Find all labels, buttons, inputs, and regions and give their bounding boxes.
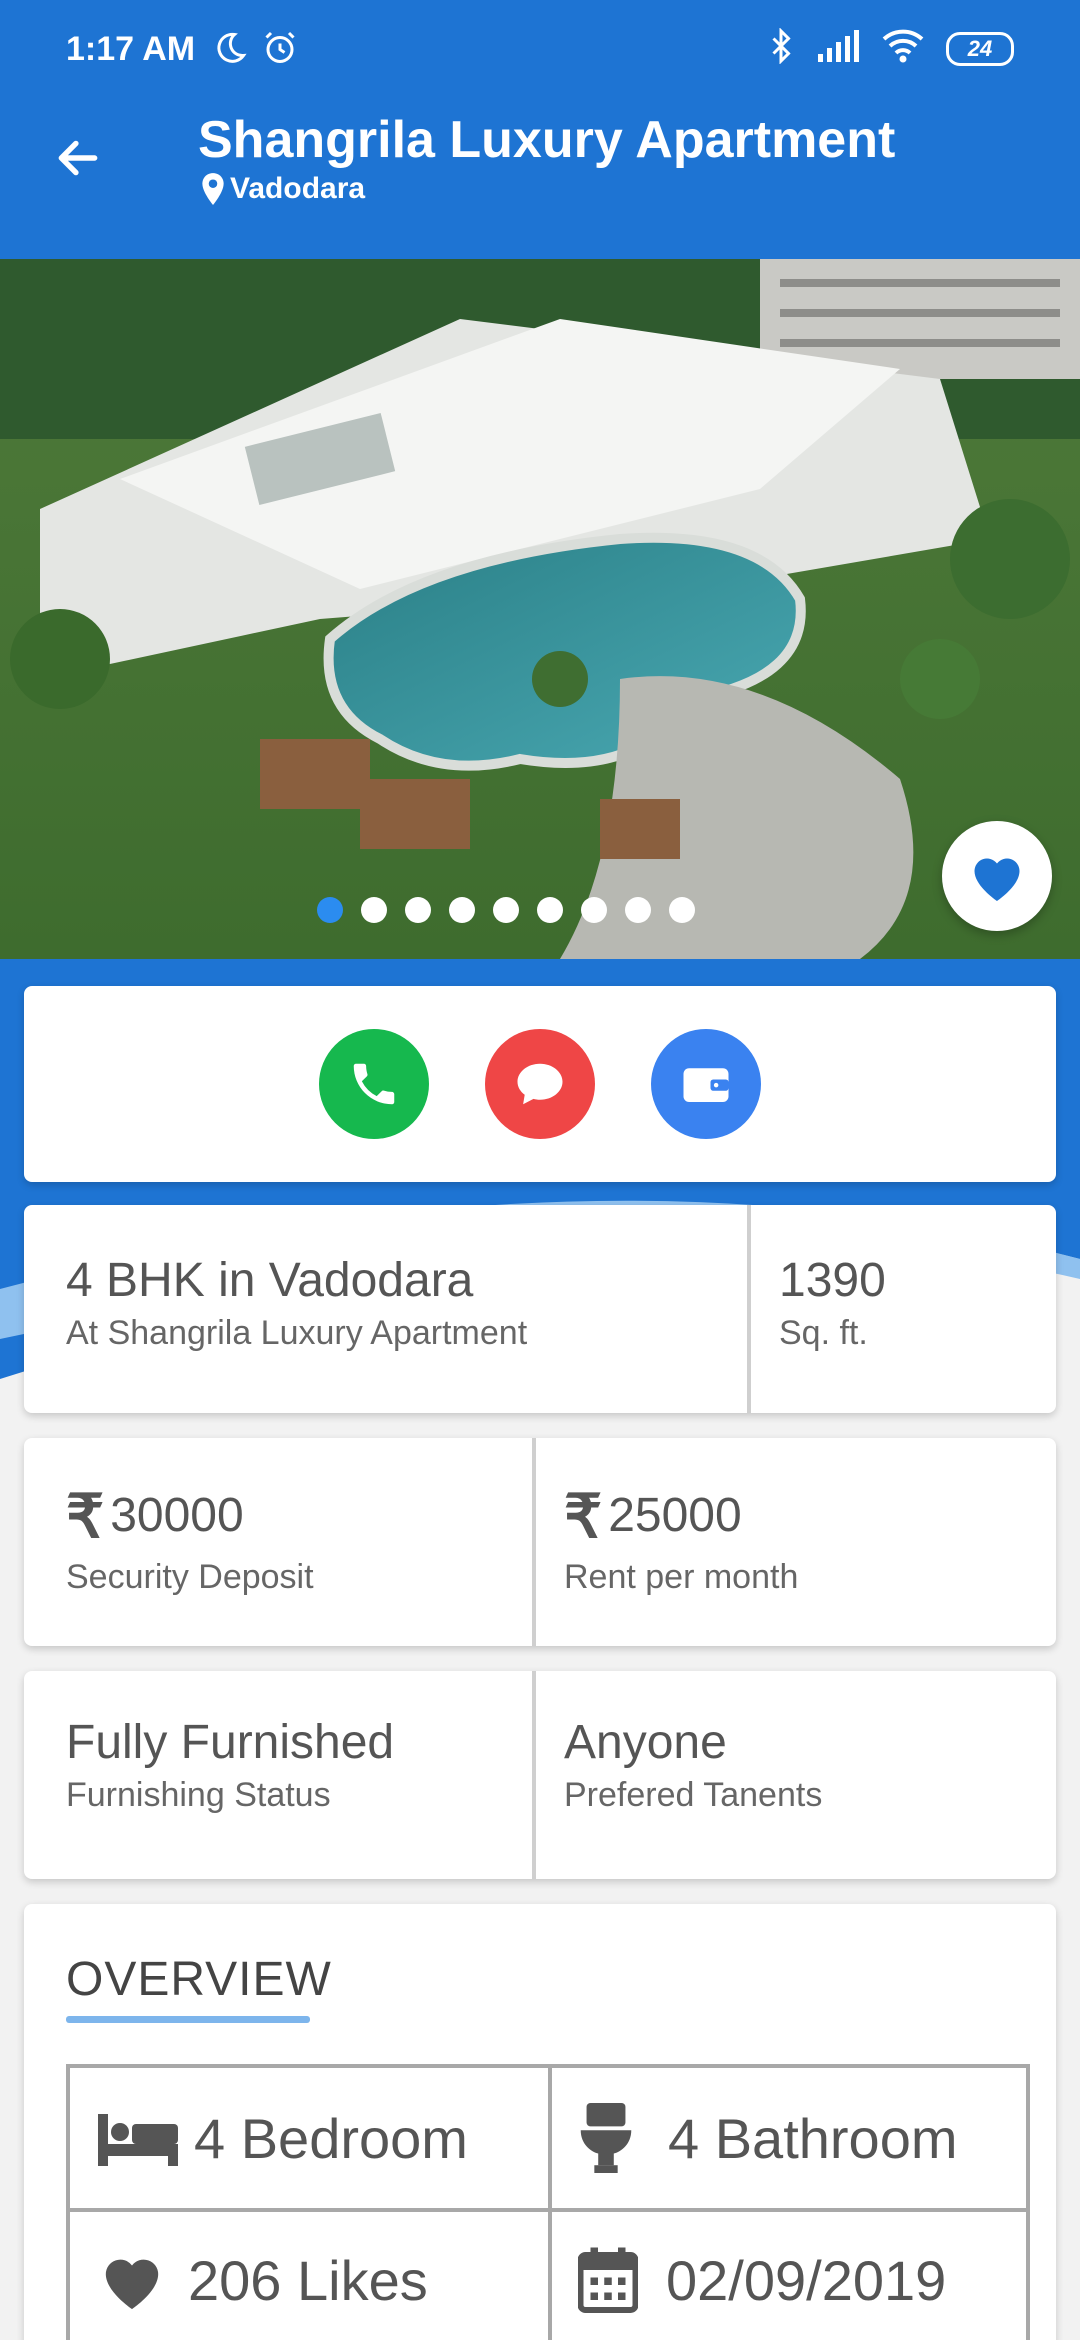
contact-actions-card <box>24 986 1056 1182</box>
bed-icon <box>98 2114 178 2166</box>
rent-label: Rent per month <box>564 1558 799 1596</box>
favorite-button[interactable] <box>942 821 1052 931</box>
location-text: Vadodara <box>230 172 366 205</box>
date-cell: 02/09/2019 <box>548 2212 1026 2340</box>
overview-title: OVERVIEW <box>66 1953 332 2006</box>
overview-row: 206 Likes 02/09/2019 <box>70 2208 1026 2340</box>
alarm-icon <box>262 30 298 71</box>
tenants-cell: Anyone Prefered Tanents <box>536 1671 1056 1879</box>
pricing-card: ₹30000 Security Deposit ₹25000 Rent per … <box>24 1438 1056 1646</box>
property-building: At Shangrila Luxury Apartment <box>66 1314 528 1352</box>
status-left-icons <box>212 30 298 71</box>
wallet-button[interactable] <box>651 1029 761 1139</box>
arrow-left-icon <box>58 140 98 176</box>
property-type: 4 BHK in Vadodara <box>66 1254 474 1307</box>
property-type-cell: 4 BHK in Vadodara At Shangrila Luxury Ap… <box>24 1205 747 1413</box>
wifi-icon <box>882 29 924 68</box>
bedroom-text: 4 Bedroom <box>194 2106 468 2170</box>
carousel-dot[interactable] <box>449 897 475 923</box>
moon-icon <box>212 30 248 71</box>
overview-row: 4 Bedroom 4 Bathroom <box>70 2068 1026 2208</box>
area-value: 1390 <box>779 1254 886 1307</box>
property-photo-carousel[interactable] <box>0 259 1080 959</box>
carousel-dot[interactable] <box>581 897 607 923</box>
carousel-dot[interactable] <box>537 897 563 923</box>
phone-icon <box>353 1063 395 1105</box>
rent-value: 25000 <box>608 1489 742 1542</box>
carousel-dot[interactable] <box>317 897 343 923</box>
rupee-icon: ₹ <box>564 1483 603 1550</box>
wallet-icon <box>683 1068 729 1102</box>
furnishing-label: Furnishing Status <box>66 1776 331 1814</box>
app-header: 1:17 AM 24 Shangrila Luxury Apartment Va… <box>0 0 1080 259</box>
property-summary-card: 4 BHK in Vadodara At Shangrila Luxury Ap… <box>24 1205 1056 1413</box>
rent-cell: ₹25000 Rent per month <box>536 1438 1056 1646</box>
calendar-icon <box>578 2247 638 2313</box>
overview-grid: 4 Bedroom 4 Bathroom 206 Likes 02/09/201… <box>66 2064 1030 2340</box>
carousel-dot[interactable] <box>669 897 695 923</box>
carousel-dot[interactable] <box>493 897 519 923</box>
deposit-value: 30000 <box>110 1489 244 1542</box>
overview-card: OVERVIEW 4 Bedroom 4 Bathroom 206 Likes … <box>24 1904 1056 2340</box>
bathroom-cell: 4 Bathroom <box>548 2068 1026 2208</box>
area-cell: 1390 Sq. ft. <box>751 1205 1056 1413</box>
property-photo <box>0 259 1080 959</box>
battery-icon: 24 <box>946 31 1014 66</box>
call-button[interactable] <box>319 1029 429 1139</box>
map-pin-icon <box>202 173 224 205</box>
tenants-label: Prefered Tanents <box>564 1776 823 1814</box>
tenants-value: Anyone <box>564 1716 727 1769</box>
carousel-dot[interactable] <box>361 897 387 923</box>
status-time: 1:17 AM <box>66 30 196 68</box>
heart-icon <box>974 858 1020 901</box>
signal-icon <box>816 30 860 67</box>
likes-cell: 206 Likes <box>70 2212 548 2340</box>
carousel-indicator <box>0 897 1046 923</box>
bedroom-cell: 4 Bedroom <box>70 2068 548 2208</box>
carousel-dot[interactable] <box>625 897 651 923</box>
page-title: Shangrila Luxury Apartment <box>198 111 896 169</box>
deposit-label: Security Deposit <box>66 1558 314 1596</box>
area-unit: Sq. ft. <box>779 1314 868 1352</box>
furnishing-card: Fully Furnished Furnishing Status Anyone… <box>24 1671 1056 1879</box>
likes-text: 206 Likes <box>188 2248 428 2312</box>
toilet-icon <box>580 2103 632 2173</box>
carousel-dot[interactable] <box>405 897 431 923</box>
bathroom-text: 4 Bathroom <box>668 2106 958 2170</box>
heart-icon <box>105 2259 159 2310</box>
deposit-cell: ₹30000 Security Deposit <box>24 1438 532 1646</box>
chat-button[interactable] <box>485 1029 595 1139</box>
back-button[interactable] <box>46 126 110 190</box>
furnishing-cell: Fully Furnished Furnishing Status <box>24 1671 532 1879</box>
furnishing-value: Fully Furnished <box>66 1716 395 1769</box>
bluetooth-icon <box>768 27 794 69</box>
rupee-icon: ₹ <box>66 1483 105 1550</box>
overview-underline <box>66 2016 310 2023</box>
chat-icon <box>517 1063 563 1105</box>
date-text: 02/09/2019 <box>666 2248 947 2312</box>
status-bar: 1:17 AM 24 <box>0 0 1080 100</box>
location-label: Vadodara <box>200 172 365 206</box>
status-right-icons: 24 <box>768 27 1014 69</box>
